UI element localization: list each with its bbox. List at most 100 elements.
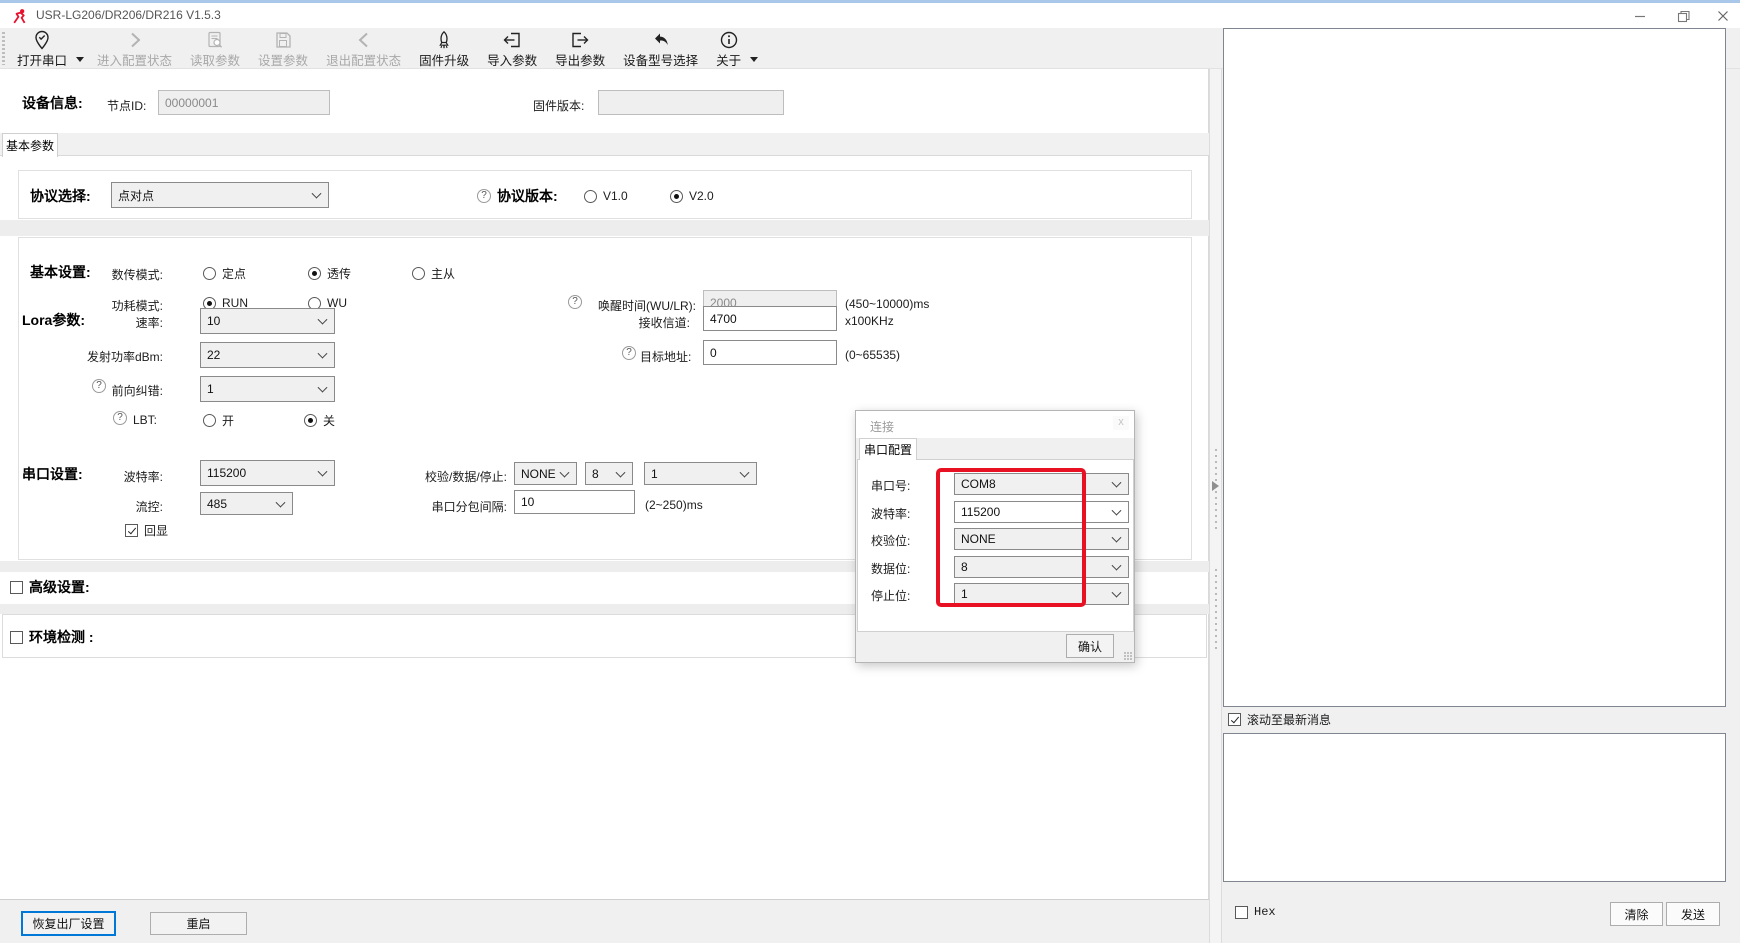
hex-checkbox[interactable]: Hex — [1235, 905, 1276, 919]
restart-button[interactable]: 重启 — [150, 912, 247, 935]
radio-protocol-v2[interactable]: V2.0 — [670, 189, 714, 203]
dialog-databits-combo[interactable]: 8 — [954, 556, 1129, 578]
help-icon — [622, 346, 636, 360]
baud-value: 115200 — [207, 466, 246, 480]
tab-basic-params[interactable]: 基本参数 — [2, 133, 58, 157]
dialog-stopbits-label: 停止位: — [871, 587, 910, 604]
advanced-settings-checkbox[interactable]: 高级设置: — [10, 577, 90, 597]
tx-power-combo[interactable]: 22 — [200, 342, 335, 368]
send-button[interactable]: 发送 — [1666, 902, 1720, 926]
parity-combo[interactable]: NONE — [514, 462, 577, 485]
clear-button[interactable]: 清除 — [1610, 902, 1663, 926]
checkbox-label: 滚动至最新消息 — [1247, 711, 1331, 728]
advanced-settings-label: 高级设置: — [29, 577, 90, 597]
help-icon — [92, 379, 106, 393]
radio-label: 透传 — [327, 265, 351, 282]
protocol-combo[interactable]: 点对点 — [111, 182, 329, 208]
panel-splitter[interactable] — [1209, 69, 1222, 943]
checkbox-label: 回显 — [144, 522, 168, 539]
node-id-field[interactable]: 00000001 — [158, 90, 330, 115]
restore-icon — [1677, 10, 1690, 23]
toolbar-exit-config[interactable]: 退出配置状态 — [317, 28, 410, 68]
toolbar-firmware-upgrade[interactable]: 固件升级 — [410, 28, 478, 68]
firmware-version-field[interactable] — [598, 90, 784, 115]
checkbox-box — [1235, 906, 1248, 919]
flow-control-combo[interactable]: 485 — [200, 492, 293, 515]
toolbar-read-params[interactable]: 读取参数 — [181, 28, 249, 68]
rate-value: 10 — [207, 314, 220, 328]
dialog-confirm-button[interactable]: 确认 — [1066, 634, 1114, 658]
restore-button[interactable] — [1666, 3, 1700, 29]
echo-checkbox[interactable]: 回显 — [125, 522, 168, 539]
radio-circle — [304, 414, 317, 427]
chevron-down-icon — [1112, 478, 1122, 488]
toolbar-about[interactable]: 关于 — [707, 28, 750, 68]
radio-label: 主从 — [431, 265, 455, 282]
chevron-down-icon — [616, 467, 626, 477]
splitter-collapse-arrow-icon[interactable] — [1212, 481, 1219, 491]
radio-lbt-off[interactable]: 关 — [304, 412, 335, 429]
dialog-close-icon[interactable]: x — [1113, 416, 1129, 430]
dialog-titlebar[interactable] — [856, 411, 1134, 438]
toolbar-label: 设置参数 — [258, 50, 308, 69]
tab-strip — [0, 133, 1209, 156]
packet-interval-label: 串口分包间隔: — [405, 498, 507, 515]
rx-channel-value: 4700 — [710, 312, 737, 326]
dialog-stopbits-combo[interactable]: 1 — [954, 583, 1129, 605]
dialog-resize-grip[interactable] — [1124, 652, 1132, 660]
about-dropdown-caret-icon[interactable] — [750, 57, 758, 62]
send-input-area[interactable] — [1223, 733, 1726, 882]
toolbar-import-params[interactable]: 导入参数 — [478, 28, 546, 68]
radio-lbt-on[interactable]: 开 — [203, 412, 234, 429]
databits-combo[interactable]: 8 — [585, 462, 633, 485]
target-address-field[interactable]: 0 — [703, 340, 837, 365]
button-label: 重启 — [186, 915, 210, 932]
radio-label: 关 — [323, 412, 335, 429]
dialog-baud-value: 115200 — [961, 505, 1000, 519]
toolbar-label: 关于 — [716, 50, 741, 69]
dialog-databits-label: 数据位: — [871, 560, 910, 577]
toolbar-label: 退出配置状态 — [326, 50, 401, 69]
chevron-left-icon — [354, 30, 374, 50]
undo-arrow-icon — [651, 30, 671, 50]
chevron-down-icon — [312, 189, 322, 199]
toolbar-label: 导出参数 — [555, 50, 605, 69]
dialog-databits-value: 8 — [961, 560, 968, 574]
dialog-port-value: COM8 — [961, 477, 996, 491]
toolbar-enter-config[interactable]: 进入配置状态 — [88, 28, 181, 68]
help-icon — [113, 411, 127, 425]
radio-mode-master-slave[interactable]: 主从 — [412, 265, 455, 282]
rate-combo[interactable]: 10 — [200, 308, 335, 334]
baud-combo[interactable]: 115200 — [200, 460, 335, 486]
radio-mode-fixed[interactable]: 定点 — [203, 265, 246, 282]
fec-combo[interactable]: 1 — [200, 376, 335, 402]
close-icon — [1717, 10, 1729, 22]
checkbox-box — [1228, 713, 1241, 726]
toolbar-export-params[interactable]: 导出参数 — [546, 28, 614, 68]
radio-mode-transparent[interactable]: 透传 — [308, 265, 351, 282]
minimize-button[interactable] — [1623, 3, 1657, 29]
packet-interval-field[interactable]: 10 — [514, 490, 635, 514]
dialog-tab-serial-config[interactable]: 串口配置 — [859, 438, 917, 460]
close-button[interactable] — [1706, 3, 1740, 29]
dialog-baud-combo[interactable]: 115200 — [954, 501, 1129, 523]
toolbar-open-port[interactable]: 打开串口 — [8, 28, 76, 68]
factory-reset-button[interactable]: 恢复出厂设置 — [21, 911, 116, 936]
scroll-latest-checkbox[interactable]: 滚动至最新消息 — [1228, 711, 1331, 728]
open-port-dropdown-caret-icon[interactable] — [76, 57, 84, 62]
radio-protocol-v1[interactable]: V1.0 — [584, 189, 628, 203]
env-detection-checkbox[interactable]: 环境检测 : — [10, 627, 94, 647]
toolbar-set-params[interactable]: 设置参数 — [249, 28, 317, 68]
flow-control-value: 485 — [207, 497, 227, 511]
dialog-parity-combo[interactable]: NONE — [954, 528, 1129, 550]
wake-time-label: 唤醒时间(WU/LR): — [588, 297, 696, 314]
dialog-port-combo[interactable]: COM8 — [954, 473, 1129, 495]
receive-log-area[interactable] — [1223, 28, 1726, 707]
toolbar-device-model[interactable]: 设备型号选择 — [614, 28, 707, 68]
help-icon — [568, 295, 582, 309]
protocol-select-label: 协议选择: — [30, 186, 91, 206]
rx-channel-unit: x100KHz — [845, 314, 894, 328]
stopbits-combo[interactable]: 1 — [644, 462, 757, 485]
tab-label: 基本参数 — [6, 137, 54, 154]
rx-channel-field[interactable]: 4700 — [703, 306, 837, 331]
